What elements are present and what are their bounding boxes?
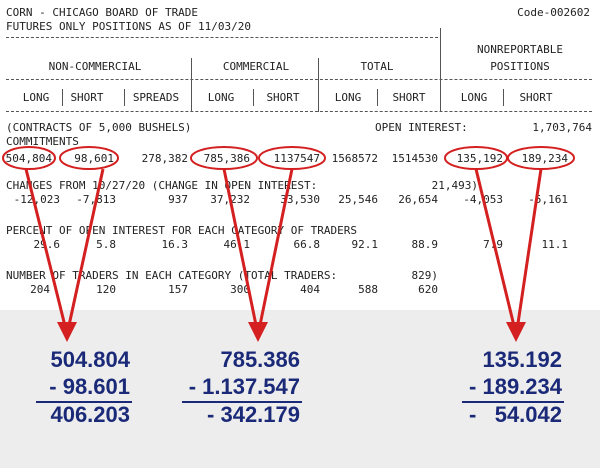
column-header: SHORT — [70, 91, 104, 104]
changes-open-interest: 21,493) — [431, 179, 478, 192]
report-title: CORN - CHICAGO BOARD OF TRADE — [6, 6, 199, 19]
column-divider — [124, 89, 125, 106]
calculation-panel: 504.804 - 98.601 406.203 785.386 - 1.137… — [0, 310, 600, 468]
percent-value: 92.1 — [351, 238, 379, 251]
change-value: 33,530 — [280, 193, 320, 206]
commitments-label: COMMITMENTS — [6, 135, 79, 148]
column-header: LONG — [334, 91, 362, 104]
column-header: LONG — [22, 91, 50, 104]
nonreportable-long: 135.192 — [482, 347, 562, 372]
percent-value: 46.1 — [223, 238, 251, 251]
header-rule-mid — [6, 79, 592, 80]
column-header: SPREADS — [132, 91, 180, 104]
open-interest-label: OPEN INTEREST: — [375, 121, 468, 134]
change-value: -12,023 — [13, 193, 60, 206]
trader-count: 620 — [418, 283, 438, 296]
commitment-value: 504,804 — [5, 152, 52, 165]
noncommercial-short: - 98.601 — [49, 374, 130, 399]
noncommercial-net: 406.203 — [50, 402, 130, 427]
column-divider — [440, 28, 441, 112]
change-value: -7,813 — [76, 193, 116, 206]
report-code: Code-002602 — [517, 6, 590, 19]
percent-value: 29.6 — [33, 238, 61, 251]
traders-label: NUMBER OF TRADERS IN EACH CATEGORY (TOTA… — [6, 269, 338, 282]
commitment-value: 189,234 — [521, 152, 568, 165]
changes-label: CHANGES FROM 10/27/20 (CHANGE IN OPEN IN… — [6, 179, 318, 192]
group-nonreportable-line1: NONREPORTABLE — [476, 43, 564, 56]
group-commercial: COMMERCIAL — [222, 60, 290, 73]
column-divider — [253, 89, 254, 106]
trader-count: 404 — [300, 283, 320, 296]
group-total: TOTAL — [360, 60, 394, 73]
change-value: 25,546 — [338, 193, 378, 206]
commitment-value: 135,192 — [456, 152, 503, 165]
column-divider — [503, 89, 504, 106]
percent-value: 5.8 — [96, 238, 116, 251]
header-rule-top — [6, 37, 438, 38]
header-rule-bottom — [6, 111, 592, 112]
commitment-value: 1514530 — [391, 152, 438, 165]
percent-value: 66.8 — [293, 238, 321, 251]
commercial-short: - 1.137.547 — [188, 374, 300, 399]
nonreportable-short: - 189.234 — [469, 374, 562, 399]
commitment-value: 1137547 — [273, 152, 320, 165]
commercial-long: 785.386 — [220, 347, 300, 372]
percent-value: 11.1 — [541, 238, 569, 251]
column-header: LONG — [460, 91, 488, 104]
percent-value: 88.9 — [411, 238, 439, 251]
traders-total: 829) — [411, 269, 439, 282]
column-divider — [62, 89, 63, 106]
column-divider — [377, 89, 378, 106]
commitment-value: 98,601 — [74, 152, 114, 165]
trader-count: 204 — [30, 283, 50, 296]
trader-count: 300 — [230, 283, 250, 296]
commercial-net: - 342.179 — [207, 402, 300, 427]
column-divider — [318, 58, 319, 112]
noncommercial-long: 504.804 — [50, 347, 130, 372]
column-divider — [191, 58, 192, 112]
nonreportable-net: - 54.042 — [469, 402, 562, 427]
percent-label: PERCENT OF OPEN INTEREST FOR EACH CATEGO… — [6, 224, 357, 237]
column-header: LONG — [207, 91, 235, 104]
change-value: 937 — [168, 193, 188, 206]
column-header: SHORT — [266, 91, 300, 104]
report-subtitle: FUTURES ONLY POSITIONS AS OF 11/03/20 — [6, 20, 252, 33]
open-interest-value: 1,703,764 — [532, 121, 592, 134]
percent-value: 7.9 — [483, 238, 503, 251]
commitment-value: 278,382 — [141, 152, 188, 165]
trader-count: 120 — [96, 283, 116, 296]
change-value: 26,654 — [398, 193, 438, 206]
trader-count: 588 — [358, 283, 378, 296]
commitment-value: 1568572 — [331, 152, 378, 165]
change-value: -4,053 — [463, 193, 503, 206]
percent-value: 16.3 — [161, 238, 189, 251]
column-header: SHORT — [392, 91, 426, 104]
contracts-note: (CONTRACTS OF 5,000 BUSHELS) — [6, 121, 192, 134]
group-nonreportable-line2: POSITIONS — [490, 60, 550, 73]
trader-count: 157 — [168, 283, 188, 296]
change-value: -5,161 — [528, 193, 568, 206]
change-value: 37,232 — [210, 193, 250, 206]
commitment-value: 785,386 — [203, 152, 250, 165]
cot-report: CORN - CHICAGO BOARD OF TRADE Code-00260… — [0, 0, 600, 310]
group-noncommercial: NON-COMMERCIAL — [48, 60, 142, 73]
column-header: SHORT — [519, 91, 553, 104]
